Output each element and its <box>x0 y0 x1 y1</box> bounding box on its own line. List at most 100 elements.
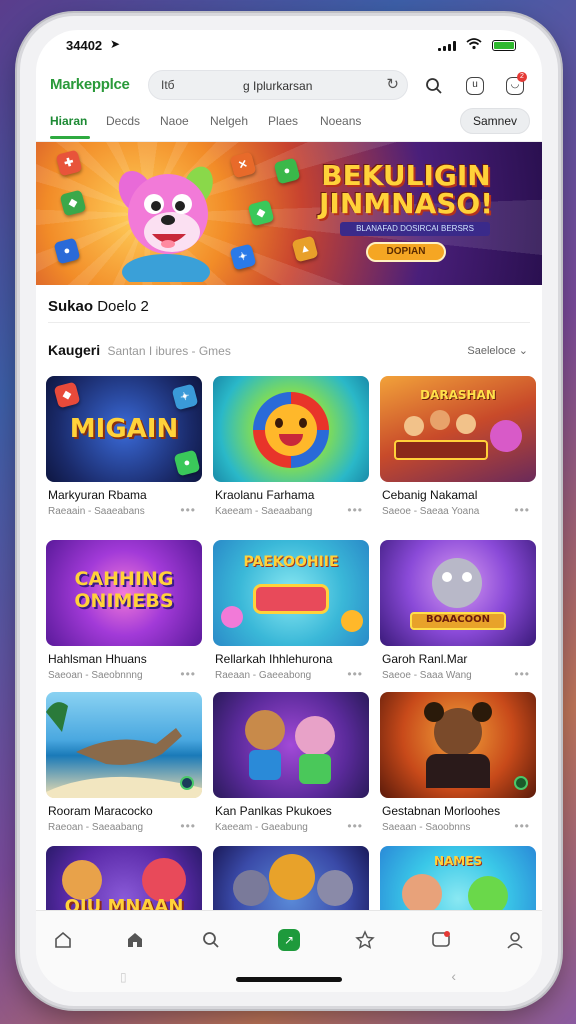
tab-plaes[interactable]: Plaes <box>268 114 298 128</box>
game-thumbnail <box>213 692 369 798</box>
eye-icon <box>299 418 307 428</box>
character-icon <box>432 558 482 608</box>
game-meta: Saeoe - Saeaa Yoana <box>382 506 480 517</box>
more-options-icon[interactable]: ••• <box>514 503 530 517</box>
game-meta: Raeaain - Saaeabans <box>48 506 145 517</box>
character-icon <box>402 874 442 914</box>
thumbnail-title: CAHHING ONIMEBS <box>74 568 174 612</box>
character-icon <box>245 710 285 750</box>
tab-nelgeh[interactable]: Nelgeh <box>210 114 248 128</box>
game-card[interactable]: Kan Panlkas Pkukoes Kaeeam - Gaeabung ••… <box>213 692 369 840</box>
samnev-button[interactable]: Samnev <box>460 108 530 134</box>
tab-switcher-icon[interactable]: u <box>466 77 484 95</box>
game-thumbnail <box>213 376 369 482</box>
game-name: Kan Panlkas Pkukoes <box>215 804 332 818</box>
app-header: Markepplce Itб g Iplurkarsan ↻ u ◡ 2 <box>36 66 542 106</box>
thumbnail-title: PAEKOOHIIE <box>243 554 339 570</box>
search-icon[interactable] <box>196 925 226 955</box>
hero-banner[interactable]: ✚ ◆ ● ✕ ◆ ✦ ▲ ● BEKULIGIN JINMNASO! BLAN… <box>36 142 542 285</box>
tile-icon: ✦ <box>171 383 199 411</box>
game-card[interactable]: Gestabnan Morloohes Saeaan - Saoobnns ••… <box>380 692 536 840</box>
thumbnail-title: MIGAIN <box>69 414 179 444</box>
game-thumbnail: DARASHAN <box>380 376 536 482</box>
game-meta: Raeoan - Saeaabang <box>48 822 144 833</box>
hero-cta-button[interactable]: DOPIAN <box>366 242 446 262</box>
game-card[interactable]: Kraolanu Farhama Kaeeam - Saeaabang ••• <box>213 376 369 524</box>
home-icon[interactable] <box>120 925 150 955</box>
hero-subtitle: BLANAFAD DOSIRCAI BERSRS <box>340 222 490 236</box>
search-icon[interactable] <box>422 74 446 98</box>
verified-icon <box>180 776 194 790</box>
search-text: g Iplurkarsan <box>243 79 313 93</box>
search-prefix: Itб <box>161 78 175 92</box>
tab-decds[interactable]: Decds <box>106 114 140 128</box>
game-name: Kraolanu Farhama <box>215 488 315 502</box>
game-thumbnail <box>46 692 202 798</box>
more-options-icon[interactable]: ••• <box>514 819 530 833</box>
game-name: Rooram Maracocko <box>48 804 153 818</box>
game-card[interactable]: BOAACOON Garoh Ranl.Mar Saeoe - Saaa Wan… <box>380 540 536 688</box>
character-icon <box>62 860 102 900</box>
more-options-icon[interactable]: ••• <box>180 503 196 517</box>
game-meta: Kaeeam - Gaeabung <box>215 822 308 833</box>
game-card[interactable]: PAEKOOHIIE Rellarkah Ihhlehurona Raeaan … <box>213 540 369 688</box>
thumbnail-title: BOAACOON <box>425 614 491 625</box>
character-body <box>426 754 490 788</box>
battery-icon <box>492 40 516 51</box>
back-icon[interactable]: ‹ <box>451 968 456 984</box>
tab-naoe[interactable]: Naoe <box>160 114 189 128</box>
eye-icon <box>462 572 472 582</box>
status-time: 34402 <box>66 38 103 53</box>
more-options-icon[interactable]: ••• <box>347 819 363 833</box>
game-thumbnail: PAEKOOHIIE <box>213 540 369 646</box>
ball-icon <box>490 420 522 452</box>
more-options-icon[interactable]: ••• <box>180 667 196 681</box>
subheading-bold: Kaugeri <box>48 342 101 358</box>
character-body <box>299 754 331 784</box>
reload-icon[interactable]: ↻ <box>386 75 399 93</box>
search-bar[interactable]: Itб g Iplurkarsan ↻ <box>148 70 408 100</box>
tab-noeans[interactable]: Noeans <box>320 114 361 128</box>
game-card[interactable]: DARASHAN Cebanig Nakamal Saeoe - Saeaa Y… <box>380 376 536 524</box>
chevron-down-icon: ⌄ <box>518 345 528 357</box>
notification-icon[interactable]: ◡ 2 <box>506 72 527 95</box>
verified-icon <box>514 776 528 790</box>
category-subheading: Kaugeri Santan I ibures - Gmes <box>48 342 231 358</box>
notification-badge: 2 <box>517 72 527 82</box>
star-icon[interactable] <box>350 925 380 955</box>
character-icon <box>295 716 335 756</box>
character-icon <box>404 416 424 436</box>
ear-icon <box>424 702 444 722</box>
game-name: Markyuran Rbama <box>48 488 147 502</box>
game-thumbnail: ◆ ✦ ● MIGAIN <box>46 376 202 482</box>
tab-hiaran[interactable]: Hiaran <box>50 114 87 128</box>
game-thumbnail: CAHHING ONIMEBS <box>46 540 202 646</box>
ear-icon <box>472 702 492 722</box>
status-bar: 34402 ➤ <box>36 36 542 60</box>
sort-dropdown[interactable]: Saeleloce ⌄ <box>467 344 528 357</box>
game-thumbnail: BOAACOON <box>380 540 536 646</box>
tile-icon: ● <box>173 449 201 477</box>
game-card[interactable]: CAHHING ONIMEBS Hahlsman Hhuans Saeoan -… <box>46 540 202 688</box>
more-options-icon[interactable]: ••• <box>180 819 196 833</box>
home-indicator[interactable] <box>236 977 342 982</box>
game-card[interactable]: Rooram Maracocko Raeoan - Saeaabang ••• <box>46 692 202 840</box>
game-card[interactable]: ◆ ✦ ● MIGAIN Markyuran Rbama Raeaain - S… <box>46 376 202 524</box>
character-icon <box>317 870 353 906</box>
messages-icon[interactable] <box>426 925 456 955</box>
character-icon <box>269 854 315 900</box>
more-options-icon[interactable]: ••• <box>514 667 530 681</box>
wifi-icon <box>466 38 482 53</box>
game-name: Cebanig Nakamal <box>382 488 478 502</box>
active-tab-icon[interactable]: ↗ <box>278 929 300 951</box>
profile-icon[interactable] <box>500 925 530 955</box>
system-menu-icon[interactable]: ▯ <box>120 970 127 984</box>
game-meta: Raeaan - Gaeeabong <box>215 670 312 681</box>
hero-title-line1: BEKULIGIN <box>321 159 491 192</box>
more-options-icon[interactable]: ••• <box>347 667 363 681</box>
brand-logo[interactable]: Markepplce <box>50 76 130 93</box>
home-outline-icon[interactable] <box>48 925 78 955</box>
subheading-rest: Santan I ibures - Gmes <box>107 344 231 358</box>
more-options-icon[interactable]: ••• <box>347 503 363 517</box>
game-name: Hahlsman Hhuans <box>48 652 147 666</box>
